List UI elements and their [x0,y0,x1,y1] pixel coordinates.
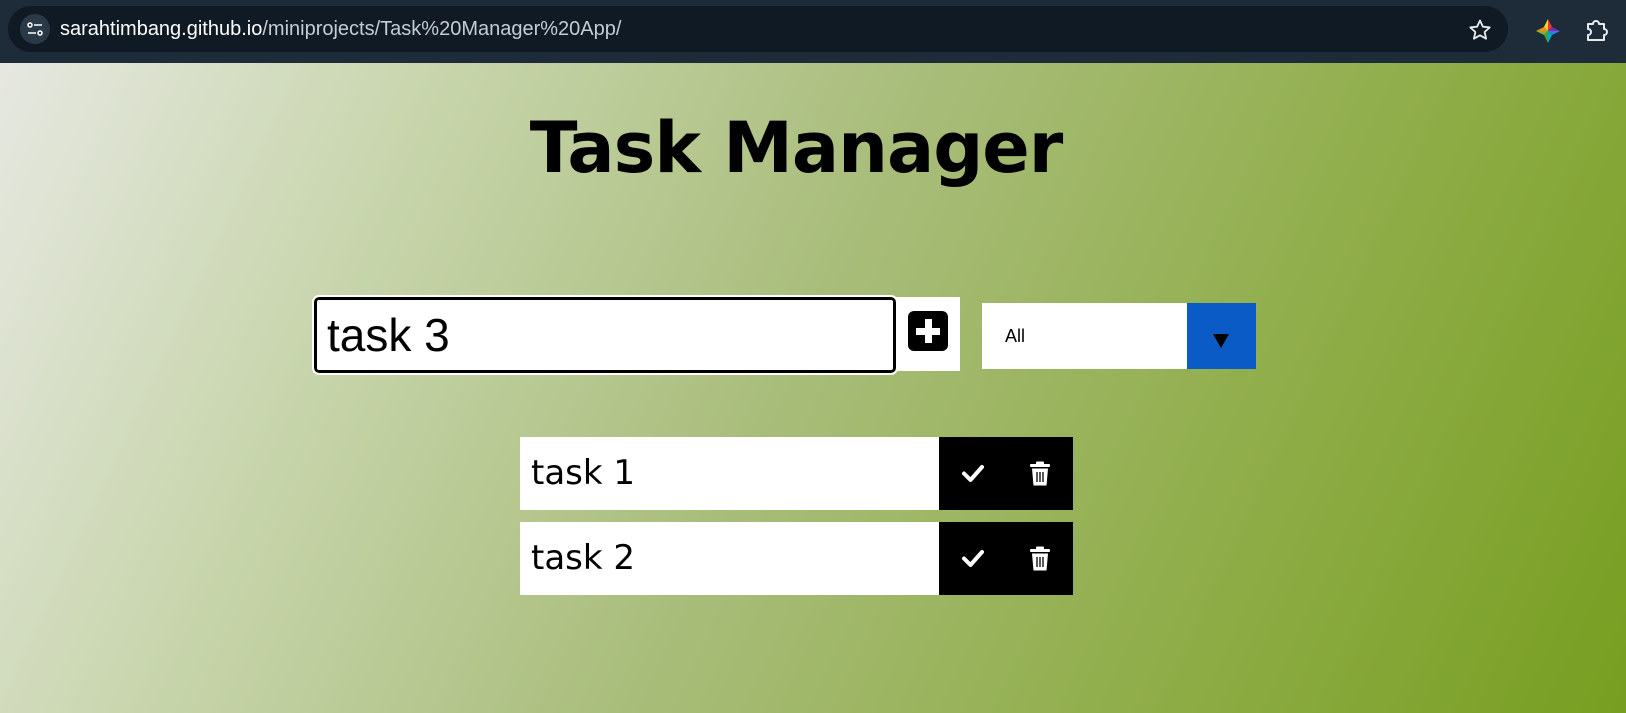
todo-item: task 2 [520,522,1073,595]
todo-actions [939,437,1073,510]
todo-item: task 1 [520,437,1073,510]
trash-icon [1030,461,1050,486]
todo-list: task 1 task 2 [520,437,1073,607]
todo-text: task 2 [531,538,636,578]
trash-icon [1030,546,1050,571]
url-host: sarahtimbang.github.io [60,18,263,40]
filter-select[interactable]: All [982,303,1256,369]
todo-text: task 1 [531,453,636,493]
page-background: Task Manager All task 1 [0,63,1626,713]
puzzle-extension-icon[interactable] [1583,16,1611,44]
star-icon[interactable] [1468,18,1492,42]
complete-button[interactable] [939,522,1006,595]
page-title: Task Manager [529,107,1064,189]
add-task-button[interactable] [896,297,960,371]
address-bar[interactable]: sarahtimbang.github.io/miniprojects/Task… [8,6,1508,52]
filter-selected-value: All [1005,326,1026,346]
plus-square-icon [908,311,948,351]
color-extension-icon[interactable] [1534,17,1562,45]
delete-button[interactable] [1006,437,1073,510]
task-input[interactable] [312,295,898,375]
complete-button[interactable] [939,437,1006,510]
browser-toolbar: sarahtimbang.github.io/miniprojects/Task… [0,0,1626,63]
check-icon [962,465,984,482]
delete-button[interactable] [1006,522,1073,595]
url-text[interactable]: sarahtimbang.github.io/miniprojects/Task… [60,6,621,52]
dropdown-arrow-icon[interactable] [1187,303,1256,369]
site-info-button[interactable] [20,14,50,44]
url-path: /miniprojects/Task%20Manager%20App/ [262,18,622,40]
todo-actions [939,522,1073,595]
site-info-icon [27,22,43,36]
check-icon [962,550,984,567]
